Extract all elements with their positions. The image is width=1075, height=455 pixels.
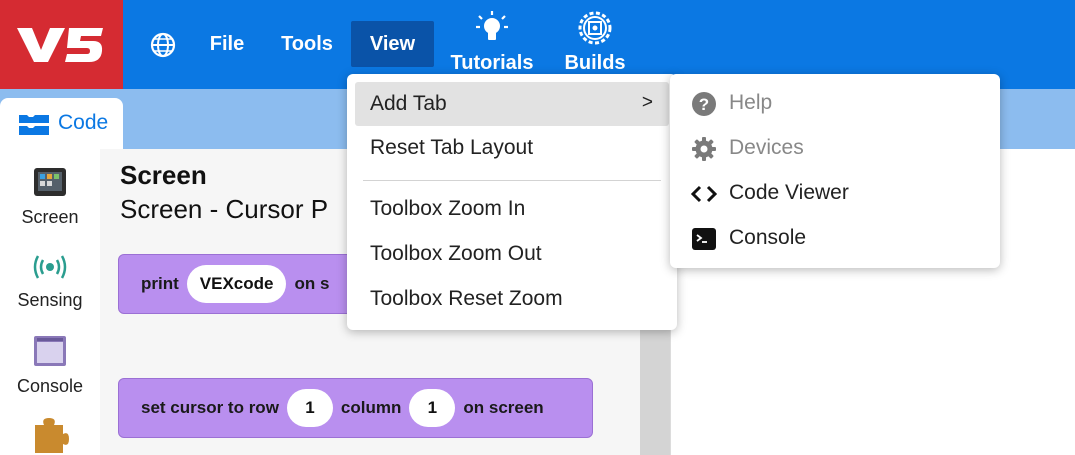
menu-item-label: Toolbox Reset Zoom: [370, 287, 563, 310]
code-brackets-icon: [691, 185, 717, 203]
tab-code[interactable]: Code: [0, 98, 123, 150]
section-title: Screen: [120, 160, 207, 190]
tutorials-label: Tutorials: [450, 52, 534, 74]
block-text: print: [141, 274, 179, 293]
submenu-item-label: Help: [729, 91, 773, 114]
tutorials-button[interactable]: Tutorials: [447, 10, 537, 74]
category-my-blocks[interactable]: [0, 417, 100, 453]
submenu-item-label: Devices: [729, 136, 804, 159]
builds-label: Builds: [564, 52, 626, 74]
builds-button[interactable]: Builds: [562, 10, 628, 74]
svg-text:?: ?: [699, 95, 709, 114]
submenu-item-code-viewer[interactable]: Code Viewer: [670, 171, 1000, 215]
print-block[interactable]: print VEXcode on s: [118, 254, 368, 314]
column-input[interactable]: 1: [409, 389, 456, 427]
set-cursor-block[interactable]: set cursor to row 1 column 1 on screen: [118, 378, 593, 438]
category-label: Screen: [21, 207, 79, 227]
menu-item-reset-tab-layout[interactable]: Reset Tab Layout: [355, 126, 669, 170]
brain-screen-icon: [34, 168, 66, 196]
view-dropdown-menu: Add Tab > Reset Tab Layout Toolbox Zoom …: [347, 74, 677, 330]
console-window-icon: [34, 336, 66, 366]
lightbulb-icon: [476, 11, 508, 40]
submenu-arrow-icon: >: [641, 92, 653, 113]
category-sensing[interactable]: Sensing: [0, 252, 100, 310]
submenu-item-label: Code Viewer: [729, 181, 849, 204]
submenu-item-label: Console: [729, 226, 807, 249]
submenu-item-help[interactable]: ? Help: [670, 81, 1000, 125]
section-subtitle: Screen - Cursor P: [120, 194, 329, 224]
print-text-input[interactable]: VEXcode: [186, 265, 287, 303]
block-text: set cursor to row: [141, 398, 279, 417]
row-input[interactable]: 1: [286, 389, 333, 427]
category-screen[interactable]: Screen: [0, 167, 100, 227]
menu-view[interactable]: View: [351, 21, 434, 67]
menu-item-label: Toolbox Zoom Out: [370, 242, 542, 265]
add-tab-submenu: ? Help Devices Code Viewer Console: [670, 74, 1000, 268]
category-label: Console: [16, 376, 84, 396]
submenu-item-devices[interactable]: Devices: [670, 126, 1000, 170]
menu-item-add-tab[interactable]: Add Tab >: [355, 82, 669, 126]
menu-item-toolbox-zoom-in[interactable]: Toolbox Zoom In: [355, 187, 669, 231]
menu-item-label: Add Tab: [370, 92, 447, 115]
help-icon: ?: [692, 92, 716, 116]
terminal-icon: [692, 228, 716, 250]
v5-logo-icon: [17, 28, 103, 62]
menu-divider: [363, 180, 661, 181]
code-blocks-icon: [19, 115, 49, 135]
block-text: on screen: [463, 398, 544, 417]
block-text: on s: [294, 274, 330, 293]
menu-item-label: Reset Tab Layout: [370, 136, 534, 159]
gear-icon: [692, 137, 716, 161]
menu-item-toolbox-zoom-out[interactable]: Toolbox Zoom Out: [355, 232, 669, 276]
builds-gear-icon: [578, 11, 612, 45]
block-text: column: [340, 398, 402, 417]
vexcode-logo: [0, 0, 123, 89]
menu-item-label: Toolbox Zoom In: [370, 197, 526, 220]
puzzle-piece-icon: [35, 418, 69, 453]
category-console[interactable]: Console: [0, 335, 100, 396]
menu-tools[interactable]: Tools: [268, 21, 346, 67]
sensing-icon: [33, 255, 67, 279]
tab-code-label: Code: [58, 111, 109, 134]
category-label: Sensing: [17, 290, 83, 310]
globe-icon[interactable]: [149, 31, 177, 59]
menu-item-toolbox-reset-zoom[interactable]: Toolbox Reset Zoom: [355, 277, 669, 321]
submenu-item-console[interactable]: Console: [670, 216, 1000, 260]
menu-file[interactable]: File: [194, 21, 260, 67]
